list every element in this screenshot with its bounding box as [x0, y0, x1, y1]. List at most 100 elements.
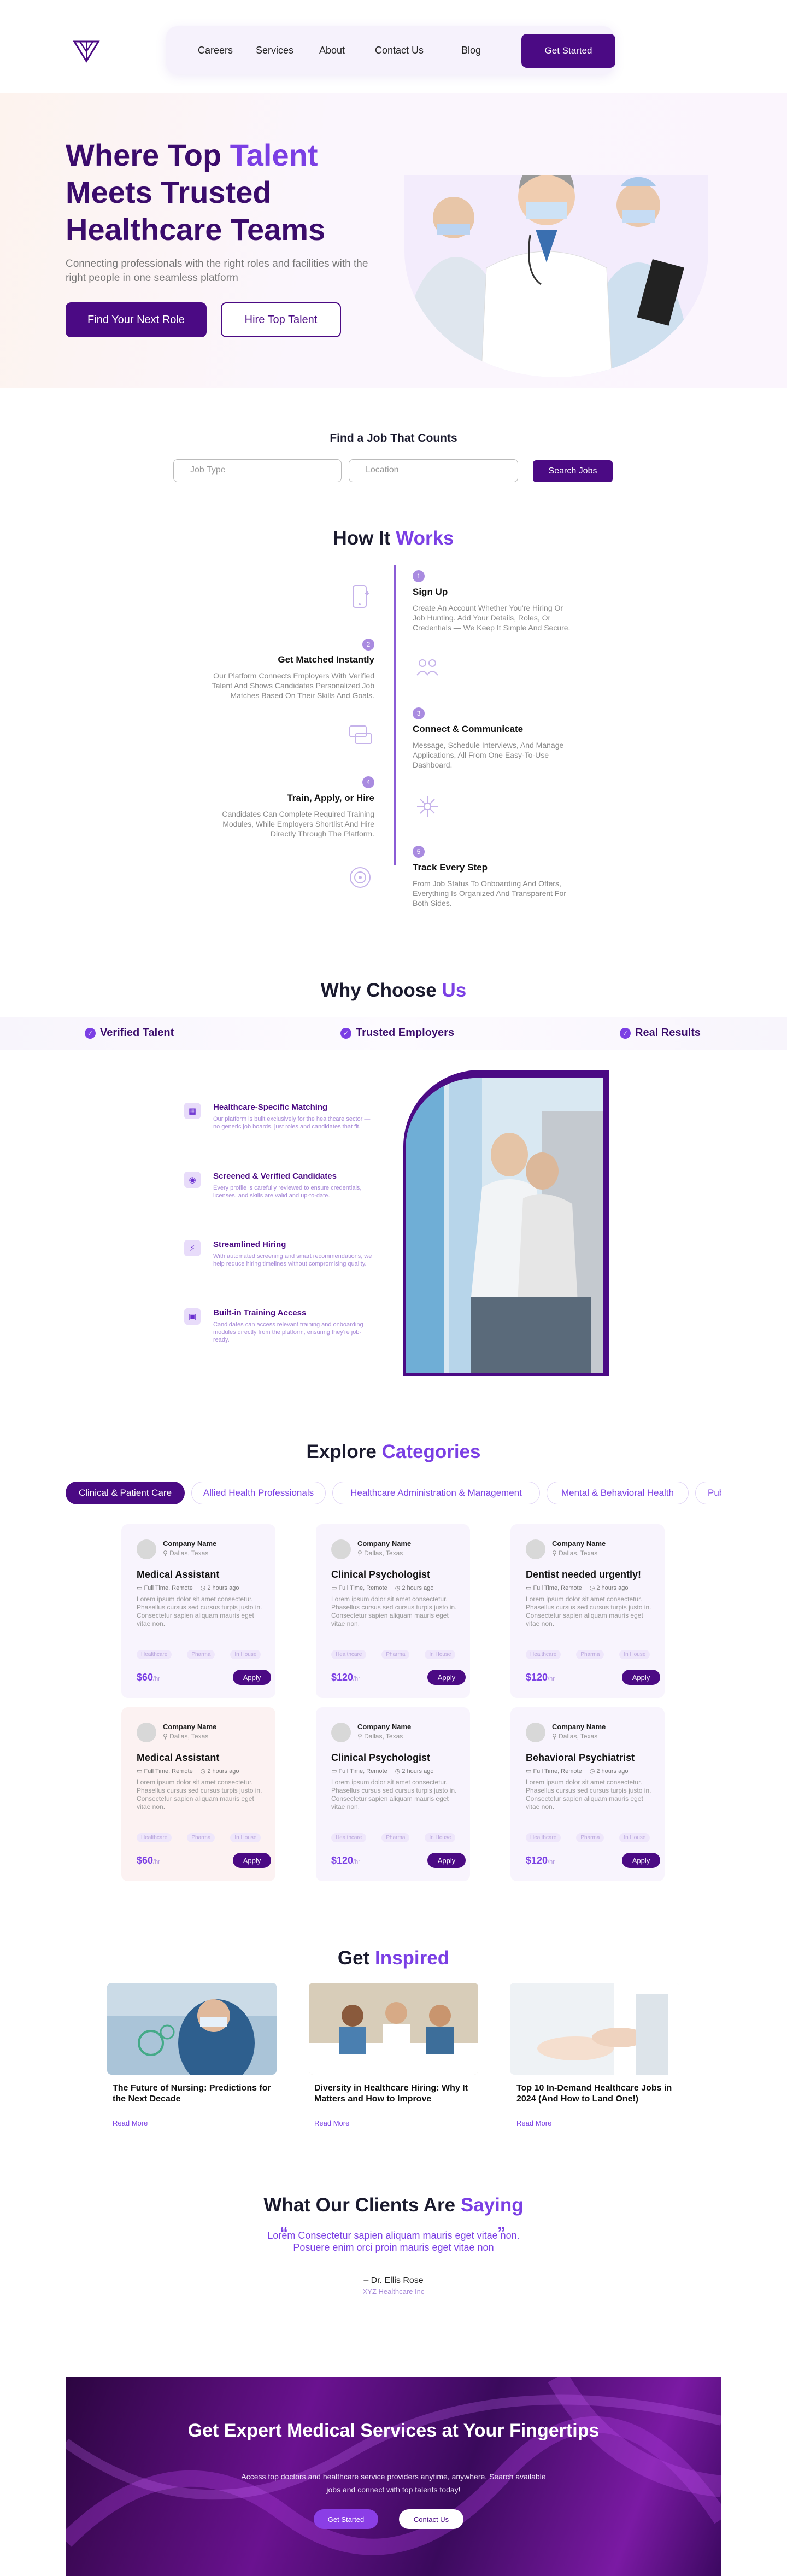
job-tag: Pharma — [381, 1833, 410, 1842]
step-number: 4 — [362, 776, 374, 788]
company-name: Company Name — [357, 1539, 412, 1548]
location-pin-icon: ⚲ — [163, 1732, 170, 1740]
network-icon — [417, 796, 438, 817]
job-location: ⚲ Dallas, Texas — [552, 1732, 598, 1740]
tab-healthcare-admin[interactable]: Healthcare Administration & Management — [332, 1482, 540, 1504]
job-type-input[interactable]: Job Type — [173, 459, 342, 482]
blog-image-diversity — [309, 1983, 478, 2075]
hire-talent-button[interactable]: Hire Top Talent — [221, 302, 341, 337]
job-tag: Healthcare — [137, 1650, 172, 1659]
blog-post-title[interactable]: Top 10 In-Demand Healthcare Jobs in 2024… — [516, 2083, 680, 2105]
testimonial-quote: Lorem Consectetur sapien aliquam mauris … — [267, 2230, 520, 2253]
step-title: Sign Up — [413, 587, 448, 597]
job-title[interactable]: Dentist needed urgently! — [526, 1569, 641, 1580]
job-tag: Healthcare — [331, 1833, 367, 1842]
tab-clinical-patient-care[interactable]: Clinical & Patient Care — [66, 1482, 185, 1504]
job-card[interactable]: Company Name ⚲ Dallas, Texas Dentist neede… — [510, 1524, 665, 1698]
find-role-button[interactable]: Find Your Next Role — [66, 302, 207, 337]
job-card[interactable]: Company Name ⚲ Dallas, Texas Behavioral Ps… — [510, 1707, 665, 1881]
company-avatar — [137, 1723, 156, 1742]
location-pin-icon: ⚲ — [552, 1549, 559, 1557]
job-description: Lorem ipsum dolor sit amet consectetur. … — [526, 1595, 651, 1627]
step-number: 2 — [362, 639, 374, 651]
job-rate: $120/hr — [331, 1855, 360, 1866]
job-tag: In House — [230, 1650, 261, 1659]
brand-logo-icon[interactable] — [71, 37, 102, 63]
apply-button[interactable]: Apply — [233, 1670, 271, 1685]
job-meta: ▭ Full Time, Remote ◷ 2 hours ago — [137, 1585, 239, 1591]
job-title[interactable]: Clinical Psychologist — [331, 1569, 430, 1580]
tab-mental-behavioral[interactable]: Mental & Behavioral Health — [547, 1482, 689, 1504]
nav-about[interactable]: About — [319, 45, 345, 56]
apply-button[interactable]: Apply — [622, 1670, 660, 1685]
job-tag: Healthcare — [526, 1833, 561, 1842]
step-text: Our Platform Connects Employers With Ver… — [212, 671, 374, 700]
briefcase-icon: ▭ — [526, 1768, 533, 1775]
step-text: Candidates Can Complete Required Trainin… — [222, 810, 374, 838]
clock-icon: ◷ — [589, 1768, 597, 1775]
blog-post-title[interactable]: The Future of Nursing: Predictions for t… — [113, 2083, 277, 2105]
briefcase-icon: ▭ — [331, 1585, 339, 1591]
get-started-button[interactable]: Get Started — [521, 34, 615, 68]
clock-icon: ◷ — [395, 1585, 402, 1591]
check-icon: ✓ — [620, 1027, 631, 1039]
job-tag: In House — [230, 1833, 261, 1842]
blog-image-top-jobs — [510, 1983, 679, 2075]
tab-allied-health[interactable]: Allied Health Professionals — [191, 1482, 326, 1504]
chat-icon — [349, 725, 372, 744]
location-pin-icon: ⚲ — [163, 1549, 170, 1557]
apply-button[interactable]: Apply — [427, 1670, 466, 1685]
badge-real-results: ✓ Real Results — [620, 1027, 701, 1039]
location-input[interactable]: Location — [349, 459, 518, 482]
nav-careers[interactable]: Careers — [198, 45, 233, 56]
apply-button[interactable]: Apply — [233, 1853, 271, 1868]
main-nav: Careers Services About Contact Us Blog G… — [166, 26, 615, 74]
matching-icon: ▦ — [184, 1103, 201, 1119]
feature-text: With automated screening and smart recom… — [213, 1253, 372, 1267]
job-rate: $120/hr — [526, 1672, 555, 1683]
job-tag: In House — [619, 1650, 650, 1659]
feature-title: Built-in Training Access — [213, 1308, 307, 1318]
job-card[interactable]: Company Name ⚲ Dallas, Texas Clinical Psyc… — [316, 1524, 470, 1698]
job-description: Lorem ipsum dolor sit amet consectetur. … — [137, 1778, 262, 1811]
job-rate: $60/hr — [137, 1672, 160, 1683]
nav-services[interactable]: Services — [256, 45, 293, 56]
read-more-link[interactable]: Read More — [516, 2119, 551, 2127]
blog-post-title[interactable]: Diversity in Healthcare Hiring: Why It M… — [314, 2083, 478, 2105]
company-avatar — [526, 1723, 545, 1742]
tab-public-health[interactable]: Public Health — [695, 1482, 721, 1504]
hero-subtitle: Connecting professionals with the right … — [66, 258, 368, 284]
job-card[interactable]: Company Name ⚲ Dallas, Texas Clinical Psyc… — [316, 1707, 470, 1881]
job-tags: Healthcare Pharma In House — [331, 1833, 456, 1842]
nav-contact-us[interactable]: Contact Us — [375, 45, 424, 56]
read-more-link[interactable]: Read More — [113, 2119, 148, 2127]
read-more-link[interactable]: Read More — [314, 2119, 349, 2127]
job-location: ⚲ Dallas, Texas — [163, 1732, 209, 1740]
step-title: Train, Apply, or Hire — [287, 793, 374, 803]
cta-get-started-button[interactable]: Get Started — [314, 2509, 378, 2529]
step-number: 3 — [413, 707, 425, 719]
job-title[interactable]: Medical Assistant — [137, 1569, 219, 1580]
job-title[interactable]: Behavioral Psychiatrist — [526, 1752, 635, 1764]
nav-blog[interactable]: Blog — [461, 45, 481, 56]
feature-title: Healthcare-Specific Matching — [213, 1103, 328, 1112]
phone-icon — [353, 585, 369, 608]
job-tag: Healthcare — [137, 1833, 172, 1842]
job-meta: ▭ Full Time, Remote ◷ 2 hours ago — [331, 1768, 434, 1775]
apply-button[interactable]: Apply — [622, 1853, 660, 1868]
cta-contact-button[interactable]: Contact Us — [399, 2509, 463, 2529]
hero-title: Where Top Talent Meets Trusted Healthcare… — [66, 138, 326, 247]
job-card[interactable]: Company Name ⚲ Dallas, Texas Medical Assis… — [121, 1524, 275, 1698]
training-icon: ▣ — [184, 1308, 201, 1325]
job-tag: Pharma — [576, 1833, 604, 1842]
search-jobs-button[interactable]: Search Jobs — [533, 460, 613, 482]
job-title[interactable]: Medical Assistant — [137, 1752, 219, 1764]
job-meta: ▭ Full Time, Remote ◷ 2 hours ago — [331, 1585, 434, 1591]
job-title[interactable]: Clinical Psychologist — [331, 1752, 430, 1764]
how-it-works-title: How It Works — [333, 528, 454, 549]
job-card[interactable]: Company Name ⚲ Dallas, Texas Medical Assis… — [121, 1707, 275, 1881]
clock-icon: ◷ — [395, 1768, 402, 1775]
check-icon: ✓ — [85, 1027, 96, 1039]
apply-button[interactable]: Apply — [427, 1853, 466, 1868]
job-tag: In House — [425, 1650, 456, 1659]
